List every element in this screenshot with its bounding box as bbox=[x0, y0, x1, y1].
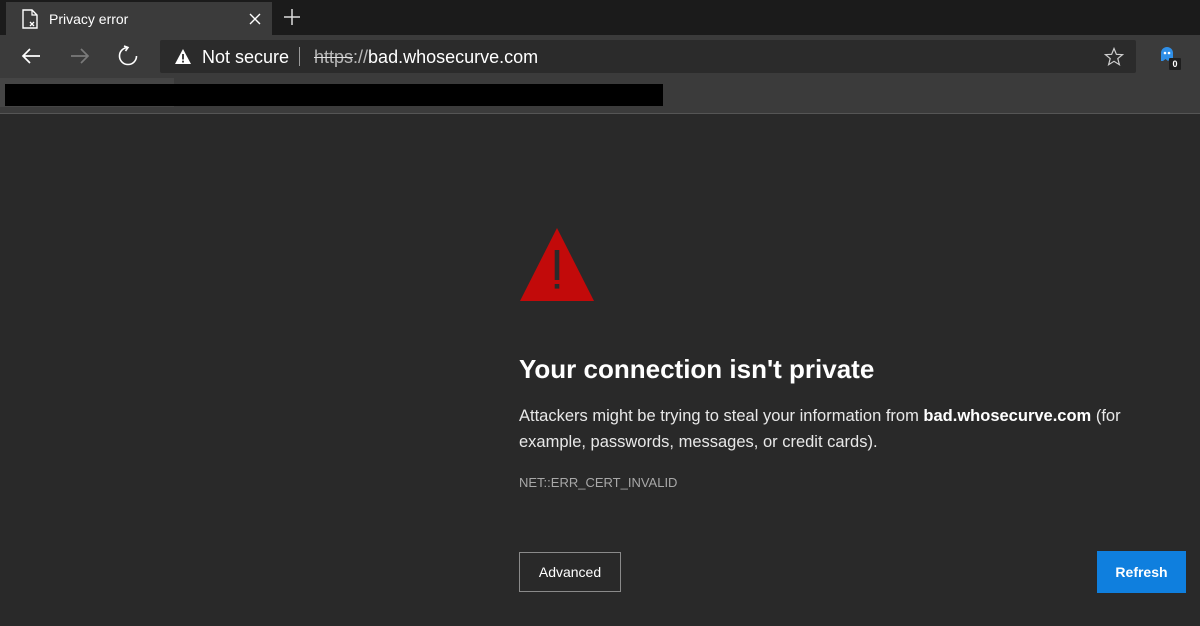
error-code[interactable]: NET::ERR_CERT_INVALID bbox=[519, 475, 677, 490]
warning-triangle-icon[interactable] bbox=[174, 48, 192, 65]
refresh-button[interactable]: Refresh bbox=[1097, 551, 1186, 593]
back-arrow-icon[interactable] bbox=[19, 44, 43, 68]
advanced-button[interactable]: Advanced bbox=[519, 552, 621, 592]
broken-page-icon bbox=[22, 9, 38, 29]
url-text[interactable]: https://bad.whosecurve.com bbox=[314, 47, 538, 68]
tab-title: Privacy error bbox=[49, 11, 129, 27]
refresh-icon[interactable] bbox=[116, 44, 140, 68]
extension-badge: 0 bbox=[1169, 58, 1181, 70]
not-secure-label[interactable]: Not secure bbox=[202, 47, 289, 68]
star-icon[interactable] bbox=[1104, 47, 1124, 67]
description-host: bad.whosecurve.com bbox=[923, 407, 1092, 425]
description-text: Attackers might be trying to steal your … bbox=[519, 407, 924, 425]
url-host: bad.whosecurve.com bbox=[368, 47, 539, 67]
error-page: Your connection isn't private Attackers … bbox=[0, 114, 1200, 626]
warning-triangle-icon bbox=[520, 228, 594, 301]
tab-privacy-error[interactable]: Privacy error bbox=[6, 2, 272, 35]
url-scheme: https bbox=[314, 47, 354, 67]
forward-arrow-icon[interactable] bbox=[68, 44, 92, 68]
close-icon[interactable] bbox=[248, 12, 262, 26]
page-title: Your connection isn't private bbox=[519, 354, 875, 384]
ghost-extension-icon[interactable]: 0 bbox=[1158, 45, 1184, 71]
favorites-bar bbox=[0, 78, 1200, 114]
plus-icon[interactable] bbox=[282, 7, 302, 27]
address-divider bbox=[299, 47, 300, 66]
error-description: Attackers might be trying to steal your … bbox=[519, 403, 1179, 455]
tab-strip: Privacy error bbox=[0, 0, 1200, 35]
url-separator: :// bbox=[353, 47, 369, 67]
navigation-toolbar: Not secure https://bad.whosecurve.com 0 bbox=[0, 35, 1200, 78]
redacted-region bbox=[5, 84, 663, 106]
address-bar[interactable]: Not secure https://bad.whosecurve.com bbox=[160, 40, 1136, 73]
